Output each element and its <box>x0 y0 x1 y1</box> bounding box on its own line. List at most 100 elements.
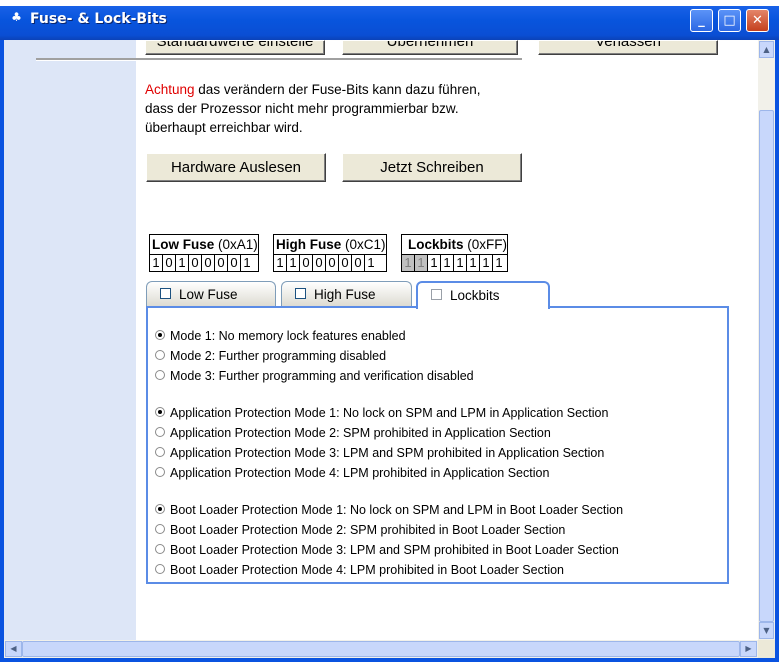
fuse-bit[interactable]: 1 <box>274 255 287 271</box>
maximize-icon: □ <box>723 13 736 28</box>
fuse-bit[interactable]: 0 <box>189 255 202 271</box>
fuse-bit[interactable]: 1 <box>402 255 415 271</box>
lock-mode-option[interactable]: Boot Loader Protection Mode 1: No lock o… <box>155 501 623 519</box>
fuse-bit[interactable]: 1 <box>241 255 253 271</box>
fuse-bit[interactable]: 0 <box>163 255 176 271</box>
title-bar-top-strip <box>0 0 779 6</box>
high-fuse-header: High Fuse (0xC1) <box>274 235 386 254</box>
radio-button[interactable] <box>155 427 165 438</box>
lock-mode-option[interactable]: Application Protection Mode 4: LPM prohi… <box>155 464 549 482</box>
option-label: Boot Loader Protection Mode 4: LPM prohi… <box>170 563 565 577</box>
high-fuse-box: High Fuse (0xC1) 11000001 <box>273 234 387 272</box>
fuse-bit[interactable]: 1 <box>365 255 377 271</box>
horizontal-scrollbar[interactable]: ◀ ▶ <box>4 640 758 658</box>
read-hardware-button[interactable]: Hardware Auslesen <box>146 153 326 182</box>
fuse-bit[interactable]: 0 <box>313 255 326 271</box>
close-button[interactable]: ✕ <box>746 9 769 32</box>
tab-lockbits[interactable]: Lockbits <box>416 281 550 309</box>
warning-highlight: Achtung <box>145 82 195 97</box>
scroll-left-arrow-icon[interactable]: ◀ <box>5 641 22 657</box>
fuse-bit[interactable]: 1 <box>428 255 441 271</box>
defaults-button[interactable]: Standardwerte einstelle <box>145 40 325 55</box>
lock-mode-option[interactable]: Boot Loader Protection Mode 3: LPM and S… <box>155 541 619 559</box>
lock-mode-option[interactable]: Mode 2: Further programming disabled <box>155 347 386 365</box>
option-label: Mode 3: Further programming and verifica… <box>170 369 474 383</box>
fuse-bit[interactable]: 1 <box>480 255 493 271</box>
high-fuse-bits: 11000001 <box>274 254 386 271</box>
fuse-bit[interactable]: 0 <box>228 255 241 271</box>
fuse-bit[interactable]: 0 <box>326 255 339 271</box>
fuse-bit[interactable]: 1 <box>287 255 300 271</box>
fuse-bit[interactable]: 0 <box>202 255 215 271</box>
low-fuse-hex: (0xA1) <box>218 237 258 252</box>
apply-button[interactable]: Übernehmen <box>342 40 518 55</box>
radio-button[interactable] <box>155 330 165 341</box>
client-area: Standardwerte einstelle Übernehmen Verla… <box>4 40 775 658</box>
radio-button[interactable] <box>155 370 165 381</box>
tab-lockbits-label: Lockbits <box>450 288 500 303</box>
horizontal-scroll-thumb[interactable] <box>22 641 740 657</box>
fuse-bit[interactable]: 0 <box>215 255 228 271</box>
low-fuse-bits: 10100001 <box>150 254 258 271</box>
option-label: Boot Loader Protection Mode 1: No lock o… <box>170 503 624 517</box>
warning-text: Achtung das verändern der Fuse-Bits kann… <box>145 80 545 137</box>
scroll-up-arrow-icon[interactable]: ▲ <box>759 41 774 58</box>
fuse-bit[interactable]: 1 <box>150 255 163 271</box>
lock-mode-option[interactable]: Application Protection Mode 2: SPM prohi… <box>155 424 551 442</box>
warning-line-3: überhaupt erreichbar wird. <box>145 120 303 135</box>
title-bar[interactable]: ♣ Fuse- & Lock-Bits _ □ ✕ <box>0 0 779 40</box>
vertical-scrollbar[interactable]: ▲ ▼ <box>758 40 775 640</box>
tab-high-fuse-checkbox[interactable] <box>295 288 306 300</box>
lockbits-hex: (0xFF) <box>467 237 508 252</box>
radio-button[interactable] <box>155 350 165 361</box>
radio-button[interactable] <box>155 447 165 458</box>
fuse-bit[interactable]: 0 <box>339 255 352 271</box>
vertical-scroll-thumb[interactable] <box>759 110 774 622</box>
close-icon: ✕ <box>752 13 763 28</box>
fuse-bit[interactable]: 1 <box>493 255 505 271</box>
tab-low-fuse-checkbox[interactable] <box>160 288 171 300</box>
window-title: Fuse- & Lock-Bits <box>30 11 167 27</box>
lock-mode-option[interactable]: Application Protection Mode 3: LPM and S… <box>155 444 604 462</box>
tab-low-fuse-label: Low Fuse <box>179 287 238 302</box>
radio-button[interactable] <box>155 524 165 535</box>
option-label: Boot Loader Protection Mode 2: SPM prohi… <box>170 523 566 537</box>
lock-mode-option[interactable]: Boot Loader Protection Mode 4: LPM prohi… <box>155 561 564 579</box>
radio-button[interactable] <box>155 544 165 555</box>
tab-lockbits-checkbox[interactable] <box>431 289 442 301</box>
warning-line-2: dass der Prozessor nicht mehr programmie… <box>145 101 459 116</box>
low-fuse-name: Low Fuse <box>152 237 215 252</box>
high-fuse-name: High Fuse <box>276 237 342 252</box>
fuse-bit[interactable]: 0 <box>352 255 365 271</box>
app-icon[interactable]: ♣ <box>9 10 24 25</box>
lock-mode-option[interactable]: Mode 1: No memory lock features enabled <box>155 327 406 345</box>
scroll-right-arrow-icon[interactable]: ▶ <box>740 641 757 657</box>
fuse-bit[interactable]: 0 <box>300 255 313 271</box>
write-now-button[interactable]: Jetzt Schreiben <box>342 153 522 182</box>
fuse-bit[interactable]: 1 <box>441 255 454 271</box>
fuse-bit[interactable]: 1 <box>467 255 480 271</box>
left-pane <box>4 40 136 640</box>
lock-mode-option[interactable]: Mode 3: Further programming and verifica… <box>155 367 474 385</box>
warning-line-1: das verändern der Fuse-Bits kann dazu fü… <box>194 82 481 97</box>
lock-mode-option[interactable]: Application Protection Mode 1: No lock o… <box>155 404 608 422</box>
radio-button[interactable] <box>155 407 165 418</box>
lock-mode-option[interactable]: Boot Loader Protection Mode 2: SPM prohi… <box>155 521 565 539</box>
fuse-bit[interactable]: 1 <box>176 255 189 271</box>
fuse-bit[interactable]: 1 <box>454 255 467 271</box>
radio-button[interactable] <box>155 467 165 478</box>
high-fuse-hex: (0xC1) <box>345 237 386 252</box>
tab-high-fuse[interactable]: High Fuse <box>281 281 412 307</box>
exit-button[interactable]: Verlassen <box>538 40 718 55</box>
option-label: Mode 1: No memory lock features enabled <box>170 329 406 343</box>
lockbits-name: Lockbits <box>408 237 464 252</box>
scroll-down-arrow-icon[interactable]: ▼ <box>759 622 774 639</box>
fuse-bit[interactable]: 1 <box>415 255 428 271</box>
lockbits-box: Lockbits (0xFF) 11111111 <box>401 234 509 272</box>
minimize-button[interactable]: _ <box>690 9 713 32</box>
maximize-button[interactable]: □ <box>718 9 741 32</box>
radio-button[interactable] <box>155 504 165 515</box>
radio-button[interactable] <box>155 564 165 575</box>
lockbits-header: Lockbits (0xFF) <box>402 235 507 254</box>
tab-low-fuse[interactable]: Low Fuse <box>146 281 276 307</box>
